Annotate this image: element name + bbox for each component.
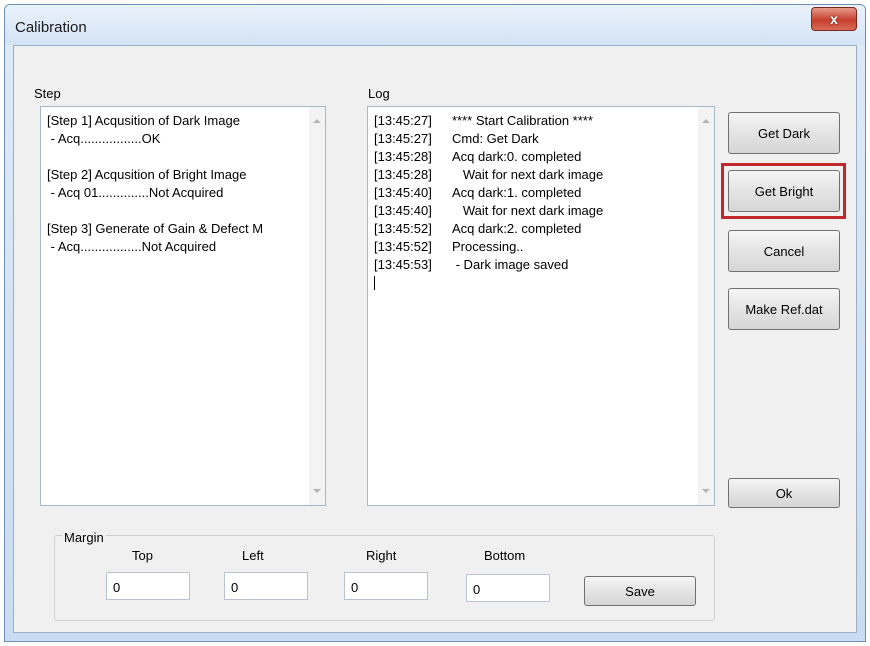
save-button[interactable]: Save: [584, 576, 696, 606]
log-textbox[interactable]: [13:45:27] **** Start Calibration **** [13…: [367, 106, 715, 506]
log-timestamp: [13:45:40]: [374, 203, 432, 218]
log-message: - Dark image saved: [452, 257, 569, 272]
cancel-button[interactable]: Cancel: [728, 230, 840, 272]
step-line: [47, 202, 307, 220]
log-scrollbar[interactable]: [698, 107, 714, 505]
top-margin-input[interactable]: [106, 572, 190, 600]
log-entry: [13:45:27] **** Start Calibration ****: [374, 112, 696, 130]
log-content: [13:45:27] **** Start Calibration **** [13…: [374, 112, 696, 501]
step-list-content: [Step 1] Acqusition of Dark Image - Acq.…: [47, 112, 307, 501]
log-timestamp: [13:45:28]: [374, 149, 432, 164]
log-message: Cmd: Get Dark: [452, 131, 539, 146]
log-timestamp: [13:45:52]: [374, 221, 432, 236]
log-entry: [13:45:52] Acq dark:2. completed: [374, 220, 696, 238]
log-message: Wait for next dark image: [452, 167, 604, 182]
log-entry: [13:45:27] Cmd: Get Dark: [374, 130, 696, 148]
log-label: Log: [368, 86, 390, 101]
log-entry: [13:45:28] Wait for next dark image: [374, 166, 696, 184]
step-line: [Step 1] Acqusition of Dark Image: [47, 113, 240, 128]
step-listbox[interactable]: [Step 1] Acqusition of Dark Image - Acq.…: [40, 106, 326, 506]
get-dark-button[interactable]: Get Dark: [728, 112, 840, 154]
close-button[interactable]: x: [811, 7, 857, 31]
left-margin-input[interactable]: [224, 572, 308, 600]
right-margin-input[interactable]: [344, 572, 428, 600]
step-line: - Acq 01..............Not Acquired: [47, 185, 224, 200]
step-line: [47, 148, 307, 166]
margin-label: Margin: [62, 530, 106, 545]
title-bar[interactable]: Calibration x: [5, 5, 865, 45]
log-timestamp: [13:45:27]: [374, 131, 432, 146]
window-title: Calibration: [15, 19, 87, 36]
log-entry: [13:45:53] - Dark image saved: [374, 256, 696, 274]
ok-button[interactable]: Ok: [728, 478, 840, 508]
get-bright-button[interactable]: Get Bright: [728, 170, 840, 212]
log-entry: [13:45:52] Processing..: [374, 238, 696, 256]
scroll-up-arrow-icon[interactable]: [313, 119, 321, 123]
step-line: - Acq.................OK: [47, 131, 161, 146]
log-timestamp: [13:45:53]: [374, 257, 432, 272]
step-line: [Step 3] Generate of Gain & Defect M: [47, 221, 264, 236]
log-timestamp: [13:45:28]: [374, 167, 432, 182]
left-label: Left: [242, 548, 264, 563]
log-entry: [13:45:28] Acq dark:0. completed: [374, 148, 696, 166]
text-caret: [374, 276, 375, 290]
log-timestamp: [13:45:52]: [374, 239, 432, 254]
log-message: Wait for next dark image: [452, 203, 604, 218]
log-message: Processing..: [452, 239, 524, 254]
scroll-down-arrow-icon[interactable]: [313, 489, 321, 493]
log-message: Acq dark:0. completed: [452, 149, 582, 164]
scroll-down-arrow-icon[interactable]: [702, 489, 710, 493]
step-line: [Step 2] Acqusition of Bright Image: [47, 167, 247, 182]
calibration-dialog: Calibration x Step [Step 1] Acqusition o…: [4, 4, 866, 642]
step-scrollbar[interactable]: [309, 107, 325, 505]
log-timestamp: [13:45:40]: [374, 185, 432, 200]
log-message: **** Start Calibration ****: [452, 113, 593, 128]
log-message: Acq dark:2. completed: [452, 221, 582, 236]
scroll-up-arrow-icon[interactable]: [702, 119, 710, 123]
log-timestamp: [13:45:27]: [374, 113, 432, 128]
log-message: Acq dark:1. completed: [452, 185, 582, 200]
close-icon: x: [830, 11, 838, 27]
top-label: Top: [132, 548, 153, 563]
bottom-label: Bottom: [484, 548, 526, 563]
step-label: Step: [34, 86, 61, 101]
make-ref-dat-button[interactable]: Make Ref.dat: [728, 288, 840, 330]
step-line: - Acq.................Not Acquired: [47, 239, 217, 254]
log-entry: [13:45:40] Acq dark:1. completed: [374, 184, 696, 202]
dialog-client-area: Step [Step 1] Acqusition of Dark Image -…: [13, 45, 857, 633]
log-entry: [13:45:40] Wait for next dark image: [374, 202, 696, 220]
right-label: Right: [366, 548, 397, 563]
bottom-margin-input[interactable]: [466, 574, 550, 602]
